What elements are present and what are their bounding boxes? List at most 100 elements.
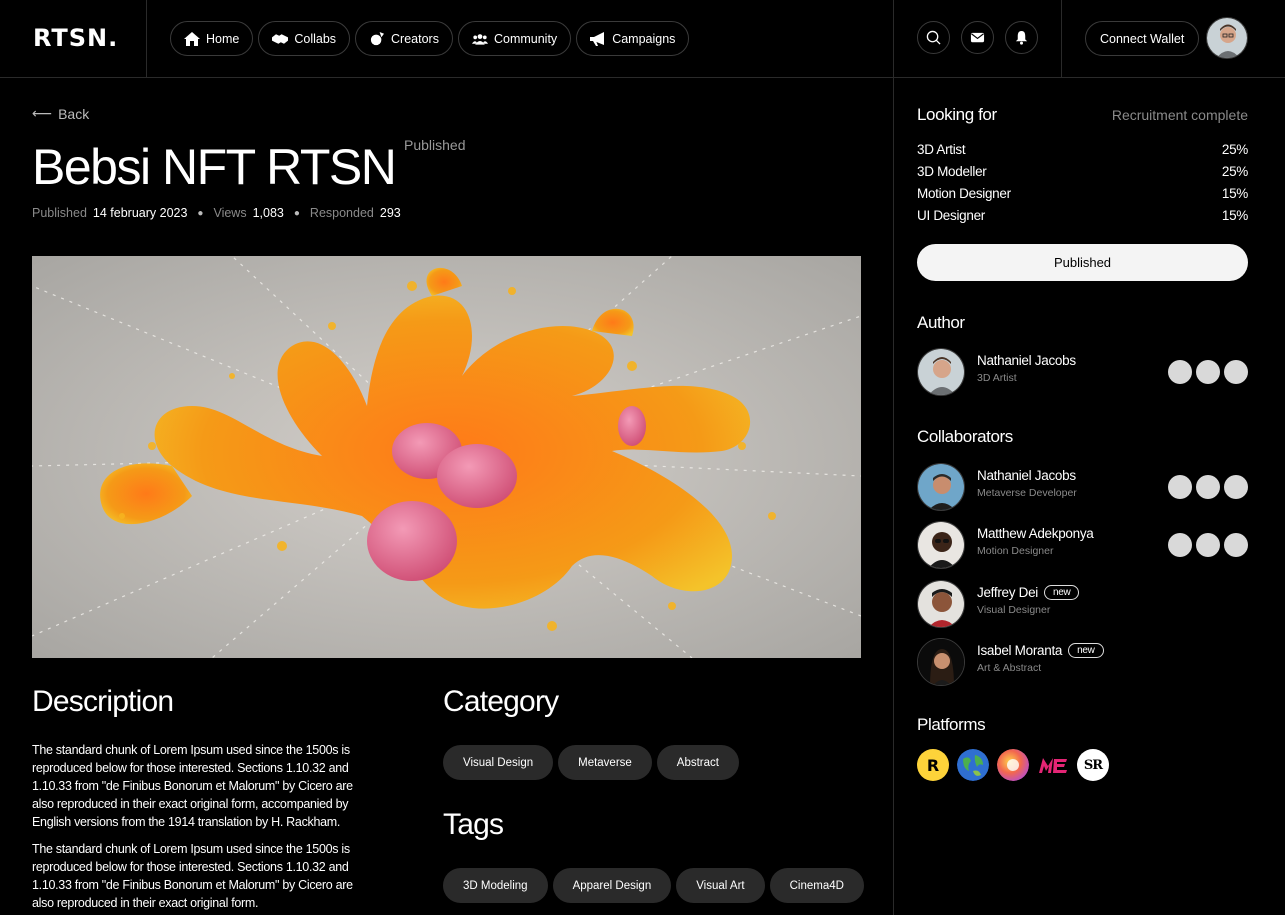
social-link-icon[interactable]	[1196, 360, 1220, 384]
category-chips: Visual Design Metaverse Abstract	[443, 745, 739, 780]
notifications-button[interactable]	[1005, 21, 1038, 54]
avatar[interactable]	[917, 638, 965, 686]
category-chip[interactable]: Visual Design	[443, 745, 554, 780]
role-row: Motion Designer 15%	[917, 182, 1248, 204]
collaborator-name: Matthew Adekponya	[977, 526, 1094, 541]
description-paragraph: The standard chunk of Lorem Ipsum used s…	[32, 842, 353, 910]
collaborator-card[interactable]: Matthew Adekponya Motion Designer	[917, 521, 1248, 569]
user-avatar[interactable]	[1206, 17, 1248, 59]
author-card[interactable]: Nathaniel Jacobs 3D Artist	[917, 348, 1248, 396]
messages-button[interactable]	[961, 21, 994, 54]
person-role: 3D Artist	[977, 372, 1017, 384]
connect-wallet-button[interactable]: Connect Wallet	[1085, 21, 1200, 56]
tag-chip[interactable]: Visual Art	[676, 868, 765, 903]
nav-label: Community	[493, 31, 558, 46]
social-link-icon[interactable]	[1168, 360, 1192, 384]
social-link-icon[interactable]	[1168, 533, 1192, 557]
avatar[interactable]	[917, 348, 965, 396]
divider	[1061, 0, 1062, 78]
separator-dot: ●	[197, 207, 204, 219]
foundation-icon[interactable]	[997, 749, 1029, 781]
avatar[interactable]	[917, 580, 965, 628]
category-heading: Category	[443, 685, 559, 718]
collaborator-name: Jeffrey Dei	[977, 585, 1038, 600]
person-role: Art & Abstract	[977, 662, 1042, 674]
title-status: Published	[404, 137, 466, 153]
roles-list: 3D Artist 25% 3D Modeller 25% Motion Desig…	[917, 138, 1248, 226]
nav-label: Home	[206, 31, 240, 46]
person-name: Nathaniel Jacobs	[977, 353, 1076, 368]
search-button[interactable]	[917, 21, 950, 54]
globe-icon[interactable]	[957, 749, 989, 781]
brand-logo[interactable]: RTSN.	[33, 24, 118, 52]
arrow-left-icon: ⟵	[32, 105, 53, 121]
divider	[146, 0, 147, 78]
megaphone-icon	[590, 31, 605, 46]
social-link-icon[interactable]	[1196, 475, 1220, 499]
new-badge: new	[1068, 643, 1104, 658]
social-link-icon[interactable]	[1224, 360, 1248, 384]
page-title: Bebsi NFT RTSN	[32, 139, 397, 195]
person-name: Nathaniel Jacobs	[977, 468, 1076, 483]
home-icon	[184, 31, 200, 46]
collaborator-name: Isabel Moranta	[977, 643, 1063, 658]
role-row: UI Designer 15%	[917, 204, 1248, 226]
back-label: Back	[58, 105, 90, 122]
collaborator-name: Nathaniel Jacobs	[977, 468, 1076, 483]
tag-chips: 3D Modeling Apparel Design Visual Art Ci…	[443, 868, 864, 903]
post-meta: Published 14 february 2023 ● Views 1,083…	[32, 206, 401, 220]
collaborators-heading: Collaborators	[917, 427, 1013, 446]
role-pct: 25%	[1221, 163, 1248, 179]
avatar[interactable]	[917, 521, 965, 569]
role-row: 3D Artist 25%	[917, 138, 1248, 160]
category-chip[interactable]: Metaverse	[558, 745, 652, 780]
role-name: 3D Artist	[917, 141, 966, 157]
published-label: Published	[32, 206, 87, 220]
person-role: Visual Designer	[977, 604, 1051, 616]
magic-eden-icon[interactable]	[1037, 749, 1069, 781]
avatar[interactable]	[917, 463, 965, 511]
tags-heading: Tags	[443, 808, 504, 841]
social-links	[1168, 475, 1248, 499]
person-name: Jeffrey Dei new	[977, 585, 1080, 600]
published-button[interactable]: Published	[917, 244, 1248, 281]
author-name: Nathaniel Jacobs	[977, 353, 1076, 368]
role-name: Motion Designer	[917, 185, 1011, 201]
role-row: 3D Modeller 25%	[917, 160, 1248, 182]
nav-creators[interactable]: Creators	[355, 21, 453, 56]
nav-campaigns[interactable]: Campaigns	[576, 21, 690, 56]
role-pct: 15%	[1221, 207, 1248, 223]
views-value: 1,083	[252, 206, 284, 220]
tag-chip[interactable]: 3D Modeling	[443, 868, 548, 903]
tag-chip[interactable]: Cinema4D	[769, 868, 864, 903]
creators-icon	[370, 31, 385, 45]
platform-label: SR	[1083, 757, 1103, 773]
nav-collabs[interactable]: Collabs	[258, 21, 351, 56]
social-link-icon[interactable]	[1168, 475, 1192, 499]
description-heading: Description	[32, 685, 174, 718]
person-name: Isabel Moranta new	[977, 643, 1104, 658]
nav-community[interactable]: Community	[457, 21, 572, 56]
nav-label: Creators	[391, 31, 439, 46]
tag-chip[interactable]: Apparel Design	[552, 868, 672, 903]
search-icon	[926, 30, 941, 45]
hero-image	[32, 256, 861, 658]
collaborator-card[interactable]: Nathaniel Jacobs Metaverse Developer	[917, 463, 1248, 511]
rarible-icon[interactable]: R	[917, 749, 949, 781]
collaborator-card[interactable]: Jeffrey Dei new Visual Designer	[917, 580, 1248, 628]
superrare-icon[interactable]: SR	[1077, 749, 1109, 781]
responded-label: Responded	[309, 206, 374, 220]
collaborator-card[interactable]: Isabel Moranta new Art & Abstract	[917, 638, 1248, 686]
social-link-icon[interactable]	[1224, 533, 1248, 557]
main-nav: Home Collabs Creators Community Campaign…	[170, 21, 690, 56]
bell-icon	[1015, 30, 1028, 45]
top-bar: RTSN. Home Collabs Creators Community Ca…	[0, 0, 1285, 78]
category-chip[interactable]: Abstract	[656, 745, 739, 780]
nav-label: Collabs	[294, 31, 337, 46]
description-paragraph: The standard chunk of Lorem Ipsum used s…	[32, 743, 353, 829]
back-link[interactable]: ⟵ Back	[32, 105, 89, 122]
social-link-icon[interactable]	[1196, 533, 1220, 557]
nav-home[interactable]: Home	[170, 21, 254, 56]
social-link-icon[interactable]	[1224, 475, 1248, 499]
community-icon	[471, 33, 488, 45]
